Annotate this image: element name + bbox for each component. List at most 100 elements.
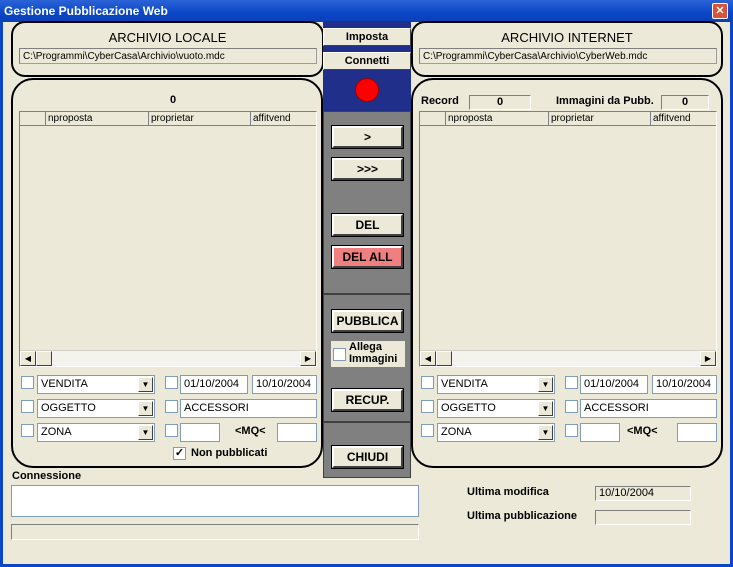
record-count: 0 — [469, 95, 531, 110]
scroll-thumb[interactable] — [36, 351, 52, 366]
center-divider — [323, 421, 411, 423]
local-archive-header: ARCHIVIO LOCALE C:\Programmi\CyberCasa\A… — [11, 21, 324, 77]
window-title-bar: Gestione Pubblicazione Web — [0, 0, 733, 22]
internet-archive-title: ARCHIVIO INTERNET — [501, 30, 633, 45]
internet-archive-path: C:\Programmi\CyberCasa\Archivio\CyberWeb… — [419, 48, 717, 64]
object-filter-value: OGGETTO — [441, 402, 496, 414]
column-header[interactable]: nproposta — [446, 112, 549, 125]
mq-min-field[interactable] — [580, 423, 620, 442]
mq-min-field[interactable] — [180, 423, 220, 442]
internet-records-grid[interactable]: nproposta proprietar affitvend ◀ ▶ — [419, 111, 717, 367]
last-modified-value: 10/10/2004 — [595, 486, 691, 501]
move-all-button[interactable]: >>> — [331, 157, 404, 181]
local-records-grid[interactable]: nproposta proprietar affitvend ◀ ▶ — [19, 111, 317, 367]
recover-button[interactable]: RECUP. — [331, 388, 404, 412]
zone-filter-value: ZONA — [41, 426, 72, 438]
imposta-button[interactable]: Imposta — [323, 28, 411, 46]
column-header[interactable]: nproposta — [46, 112, 149, 125]
object-filter-checkbox[interactable] — [421, 400, 434, 413]
type-filter-select[interactable]: VENDITA ▼ — [437, 375, 555, 394]
local-record-count: 0 — [169, 94, 177, 106]
images-label: Immagini da Pubb. — [556, 95, 654, 107]
object-filter-value: OGGETTO — [41, 402, 96, 414]
scroll-left-icon[interactable]: ◀ — [20, 351, 36, 366]
internet-horizontal-scrollbar[interactable]: ◀ ▶ — [420, 350, 716, 366]
chevron-down-icon[interactable]: ▼ — [138, 377, 153, 392]
attach-images-option[interactable]: Allega Immagini — [331, 341, 405, 367]
local-archive-title: ARCHIVIO LOCALE — [108, 30, 227, 45]
object-filter-select[interactable]: OGGETTO ▼ — [37, 399, 155, 418]
mq-filter-checkbox[interactable] — [565, 424, 578, 437]
record-label: Record — [421, 95, 459, 107]
local-grid-header: nproposta proprietar affitvend — [20, 112, 316, 126]
non-published-checkbox[interactable]: ✓ — [173, 447, 186, 460]
grid-corner — [420, 112, 446, 125]
delete-all-button[interactable]: DEL ALL — [331, 245, 404, 269]
column-header[interactable]: affitvend — [251, 112, 316, 125]
type-filter-value: VENDITA — [41, 378, 88, 390]
date-to-field[interactable]: 10/10/2004 — [252, 375, 317, 394]
accessories-field[interactable]: ACCESSORI — [180, 399, 317, 418]
close-button[interactable]: CHIUDI — [331, 445, 404, 469]
accessories-field[interactable]: ACCESSORI — [580, 399, 717, 418]
last-publish-label: Ultima pubblicazione — [467, 510, 578, 522]
column-header[interactable]: affitvend — [651, 112, 716, 125]
close-icon[interactable]: ✕ — [712, 3, 728, 19]
mq-label: <MQ< — [235, 425, 266, 437]
date-from-field[interactable]: 01/10/2004 — [580, 375, 648, 394]
local-archive-path: C:\Programmi\CyberCasa\Archivio\vuoto.md… — [19, 48, 317, 64]
attach-images-checkbox[interactable] — [333, 348, 346, 361]
type-filter-select[interactable]: VENDITA ▼ — [37, 375, 155, 394]
date-from-field[interactable]: 01/10/2004 — [180, 375, 248, 394]
column-header[interactable]: proprietar — [549, 112, 651, 125]
grid-corner — [20, 112, 46, 125]
attach-images-label: Allega Immagini — [349, 341, 398, 365]
scroll-right-icon[interactable]: ▶ — [700, 351, 716, 366]
chevron-down-icon[interactable]: ▼ — [138, 401, 153, 416]
connetti-button[interactable]: Connetti — [323, 52, 411, 70]
window-title: Gestione Pubblicazione Web — [4, 4, 168, 18]
internet-grid-header: nproposta proprietar affitvend — [420, 112, 716, 126]
chevron-down-icon[interactable]: ▼ — [538, 425, 553, 440]
non-published-label: Non pubblicati — [191, 447, 268, 459]
mq-filter-checkbox[interactable] — [165, 424, 178, 437]
last-publish-value — [595, 510, 691, 525]
internet-archive-header: ARCHIVIO INTERNET C:\Programmi\CyberCasa… — [411, 21, 723, 77]
accessories-filter-checkbox[interactable] — [165, 400, 178, 413]
object-filter-select[interactable]: OGGETTO ▼ — [437, 399, 555, 418]
type-filter-checkbox[interactable] — [21, 376, 34, 389]
zone-filter-select[interactable]: ZONA ▼ — [437, 423, 555, 442]
scroll-left-icon[interactable]: ◀ — [420, 351, 436, 366]
move-one-button[interactable]: > — [331, 125, 404, 149]
mq-label: <MQ< — [627, 425, 658, 437]
connection-status-icon — [355, 78, 379, 102]
local-horizontal-scrollbar[interactable]: ◀ ▶ — [20, 350, 316, 366]
scroll-right-icon[interactable]: ▶ — [300, 351, 316, 366]
zone-filter-checkbox[interactable] — [21, 424, 34, 437]
last-modified-label: Ultima modifica — [467, 486, 549, 498]
center-divider — [323, 293, 411, 295]
type-filter-value: VENDITA — [441, 378, 488, 390]
zone-filter-select[interactable]: ZONA ▼ — [37, 423, 155, 442]
object-filter-checkbox[interactable] — [21, 400, 34, 413]
connection-progress-bar — [11, 524, 419, 540]
mq-max-field[interactable] — [677, 423, 717, 442]
accessories-filter-checkbox[interactable] — [565, 400, 578, 413]
scroll-thumb[interactable] — [436, 351, 452, 366]
zone-filter-checkbox[interactable] — [421, 424, 434, 437]
zone-filter-value: ZONA — [441, 426, 472, 438]
connection-log[interactable] — [11, 485, 419, 517]
local-archive-panel: 0 nproposta proprietar affitvend ◀ ▶ VEN… — [11, 78, 323, 468]
date-to-field[interactable]: 10/10/2004 — [652, 375, 717, 394]
publish-button[interactable]: PUBBLICA — [331, 309, 404, 333]
type-filter-checkbox[interactable] — [421, 376, 434, 389]
images-count: 0 — [661, 95, 709, 110]
chevron-down-icon[interactable]: ▼ — [538, 401, 553, 416]
column-header[interactable]: proprietar — [149, 112, 251, 125]
delete-button[interactable]: DEL — [331, 213, 404, 237]
chevron-down-icon[interactable]: ▼ — [538, 377, 553, 392]
date-filter-checkbox[interactable] — [565, 376, 578, 389]
mq-max-field[interactable] — [277, 423, 317, 442]
chevron-down-icon[interactable]: ▼ — [138, 425, 153, 440]
date-filter-checkbox[interactable] — [165, 376, 178, 389]
